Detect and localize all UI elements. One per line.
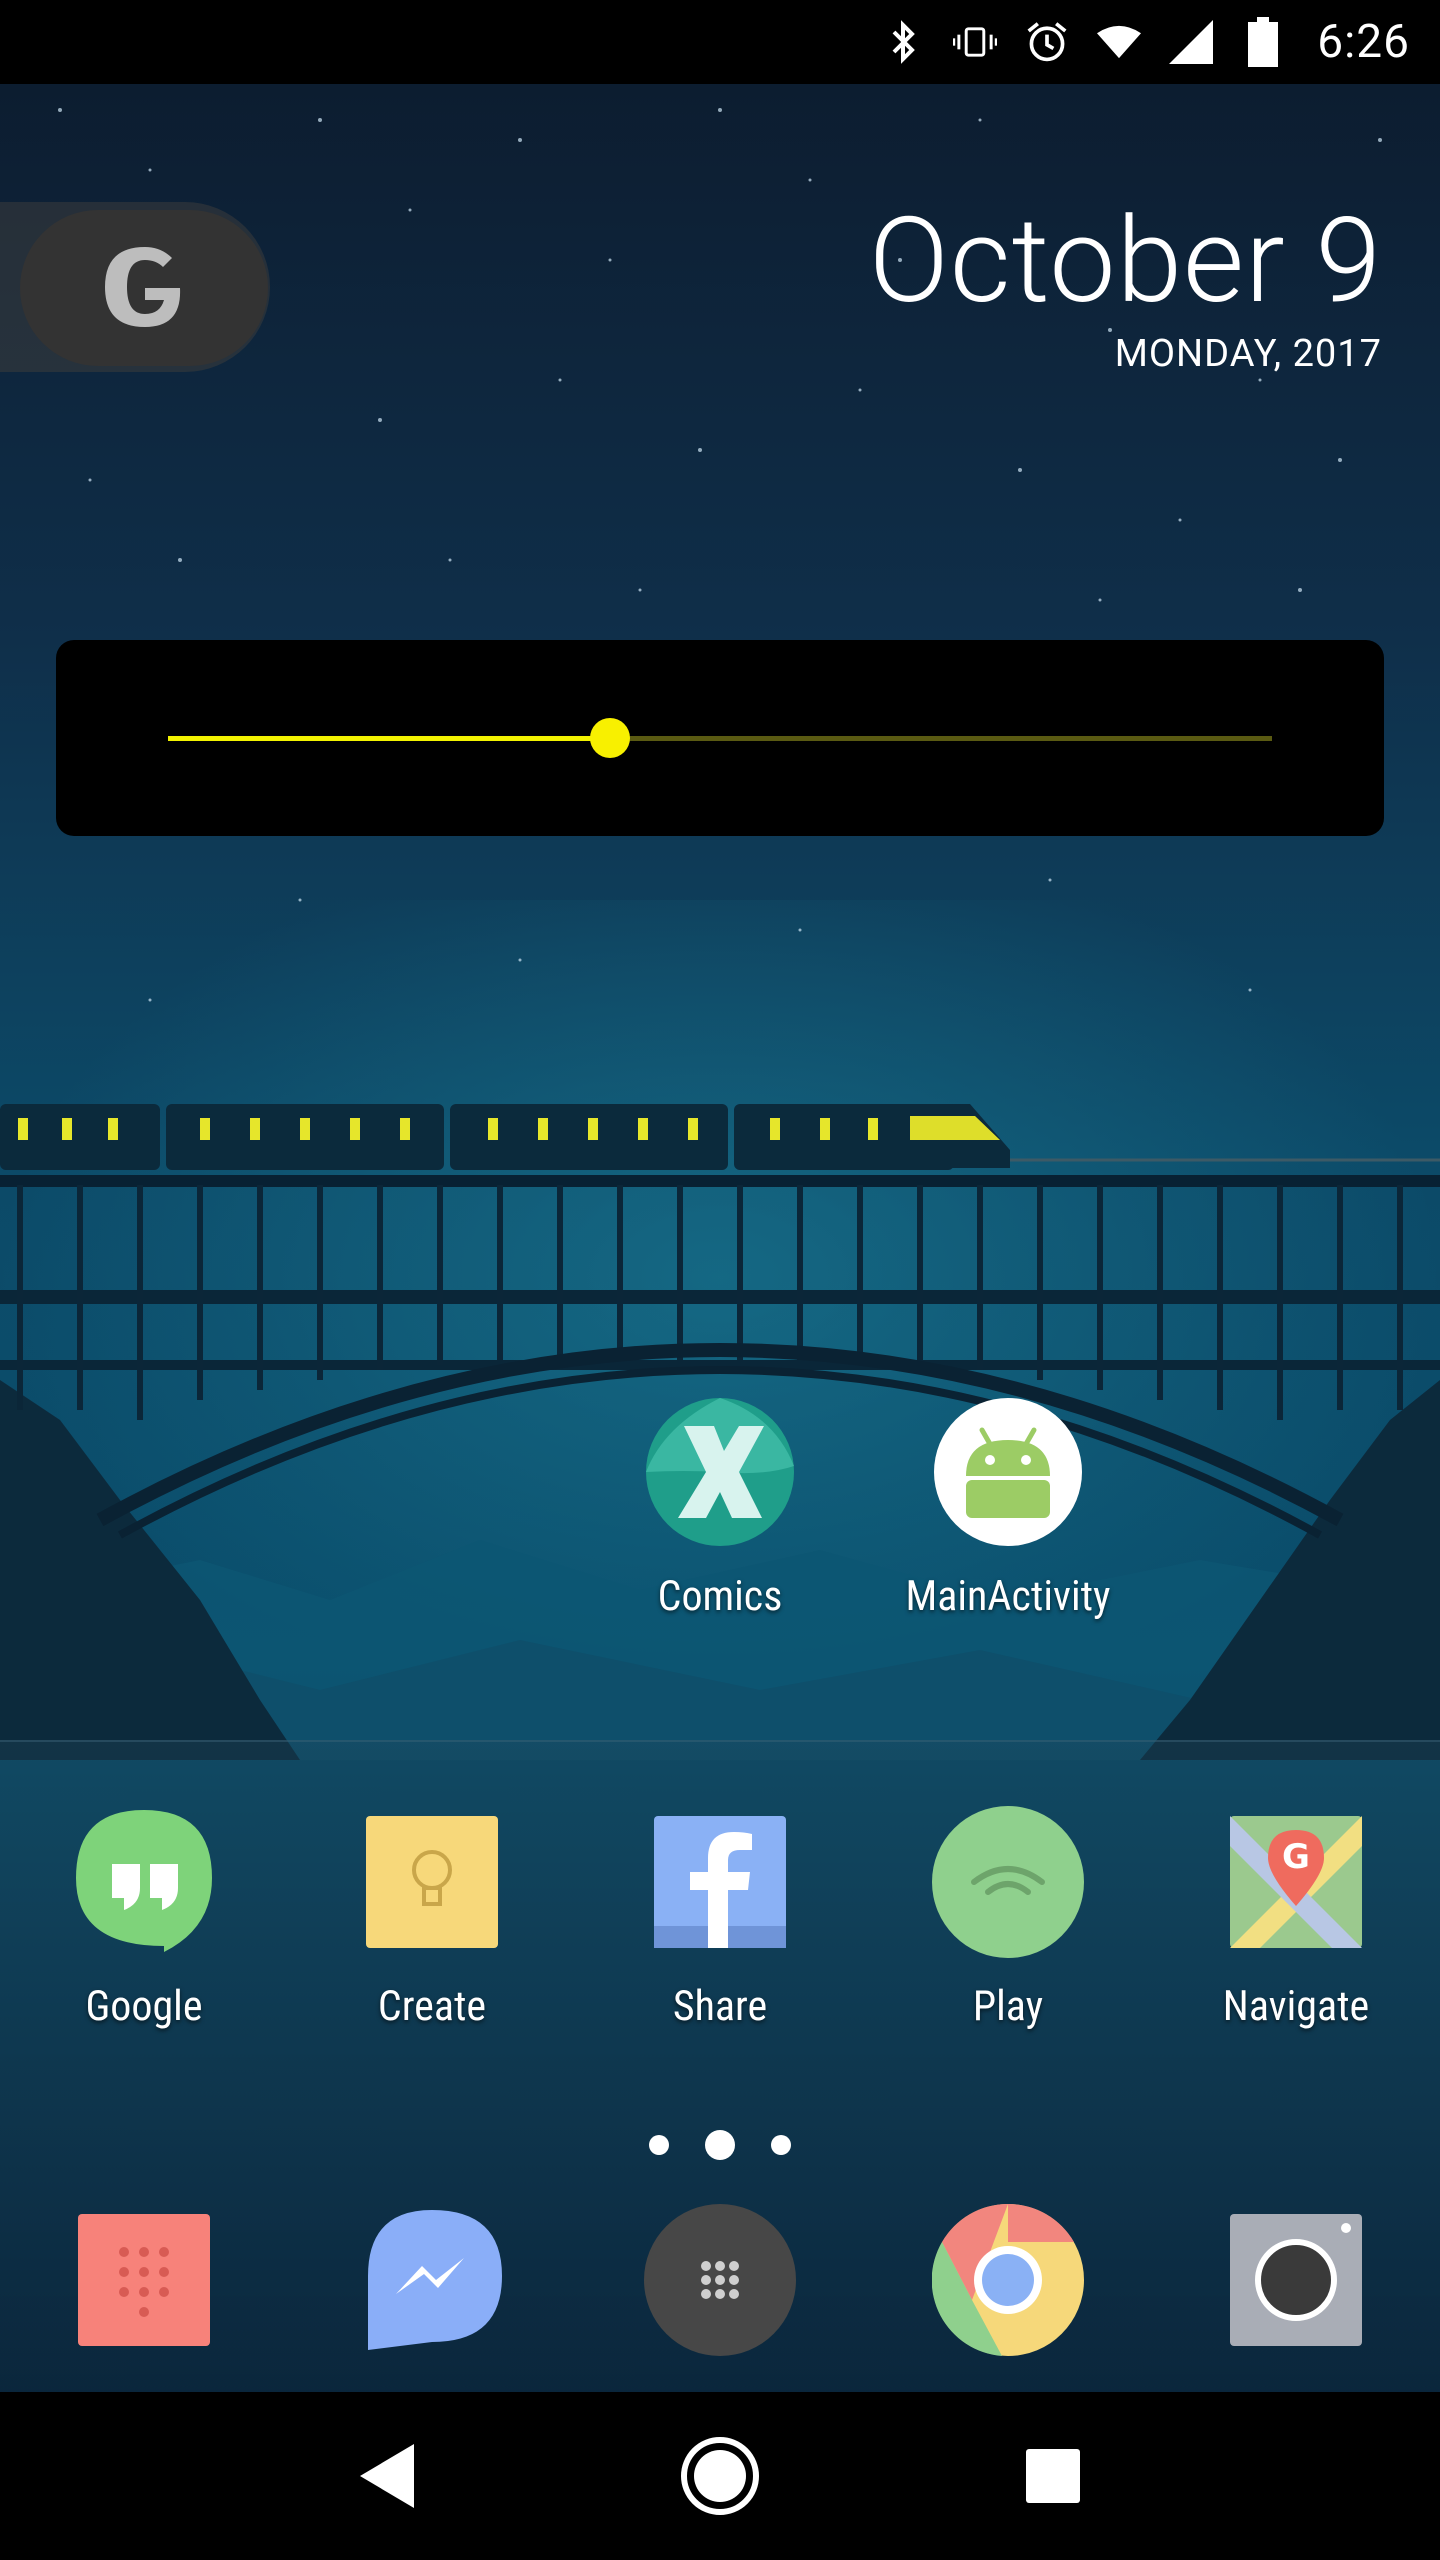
svg-text:G: G (1282, 1837, 1310, 1877)
vibrate-icon (953, 20, 998, 64)
status-bar: 6:26 (0, 0, 1440, 84)
slider-widget (56, 640, 1384, 836)
alarm-icon (1025, 20, 1069, 64)
slider-thumb[interactable] (589, 718, 630, 758)
app-label: Google (85, 1982, 203, 2031)
google-g-icon (105, 247, 181, 327)
dock-camera[interactable] (1176, 2204, 1416, 2356)
bluetooth-icon (881, 20, 925, 64)
slider-track[interactable] (168, 718, 1272, 758)
app-label: Create (377, 1982, 487, 2031)
app-create[interactable]: Create (312, 1806, 552, 2031)
page-dot[interactable] (771, 2135, 791, 2155)
app-label: MainActivity (905, 1572, 1111, 1621)
hangouts-icon (68, 1806, 220, 1958)
app-play[interactable]: Play (888, 1806, 1128, 2031)
date-day-year: MONDAY, 2017 (1114, 332, 1382, 376)
home-icon[interactable] (675, 2431, 765, 2521)
cell-signal-icon (1169, 20, 1214, 64)
page-dot[interactable] (649, 2135, 669, 2155)
dock-app-drawer[interactable] (600, 2204, 840, 2356)
page-indicator (0, 2130, 1440, 2160)
app-share[interactable]: Share (600, 1806, 840, 2031)
page-dot-current[interactable] (705, 2130, 735, 2160)
camera-icon (1220, 2204, 1372, 2356)
play-icon (932, 1806, 1084, 1958)
slider-fill (168, 736, 610, 741)
battery-icon (1241, 17, 1285, 67)
wifi-icon (1097, 20, 1142, 64)
maps-icon: G (1220, 1806, 1372, 1958)
dock-phone[interactable] (24, 2204, 264, 2356)
app-google[interactable]: Google (24, 1806, 264, 2031)
facebook-icon (644, 1806, 796, 1958)
app-label: Share (672, 1982, 768, 2031)
recents-icon[interactable] (1008, 2431, 1098, 2521)
dock-chrome[interactable] (888, 2203, 1128, 2356)
phone-dialpad-icon (68, 2204, 220, 2356)
navigation-bar (0, 2392, 1440, 2560)
dock-messenger[interactable] (312, 2204, 552, 2356)
app-label: Navigate (1222, 1982, 1370, 2031)
keep-lightbulb-icon (356, 1806, 508, 1958)
app-navigate[interactable]: G Navigate (1176, 1806, 1416, 2031)
app-drawer-icon (644, 2204, 796, 2356)
comics-x-icon (644, 1396, 796, 1548)
chrome-icon (931, 2203, 1084, 2356)
app-label: Comics (657, 1572, 783, 1621)
date-main: October 9 (868, 192, 1382, 330)
android-robot-icon (932, 1396, 1084, 1548)
app-comics[interactable]: Comics (600, 1396, 840, 1621)
google-search-pill[interactable] (0, 202, 270, 372)
app-mainactivity[interactable]: MainActivity (888, 1396, 1128, 1621)
messenger-icon (356, 2204, 508, 2356)
clock-time: 6:26 (1317, 15, 1410, 69)
back-icon[interactable] (342, 2431, 432, 2521)
date-widget[interactable]: October 9 MONDAY, 2017 (869, 196, 1382, 376)
app-label: Play (972, 1982, 1044, 2031)
